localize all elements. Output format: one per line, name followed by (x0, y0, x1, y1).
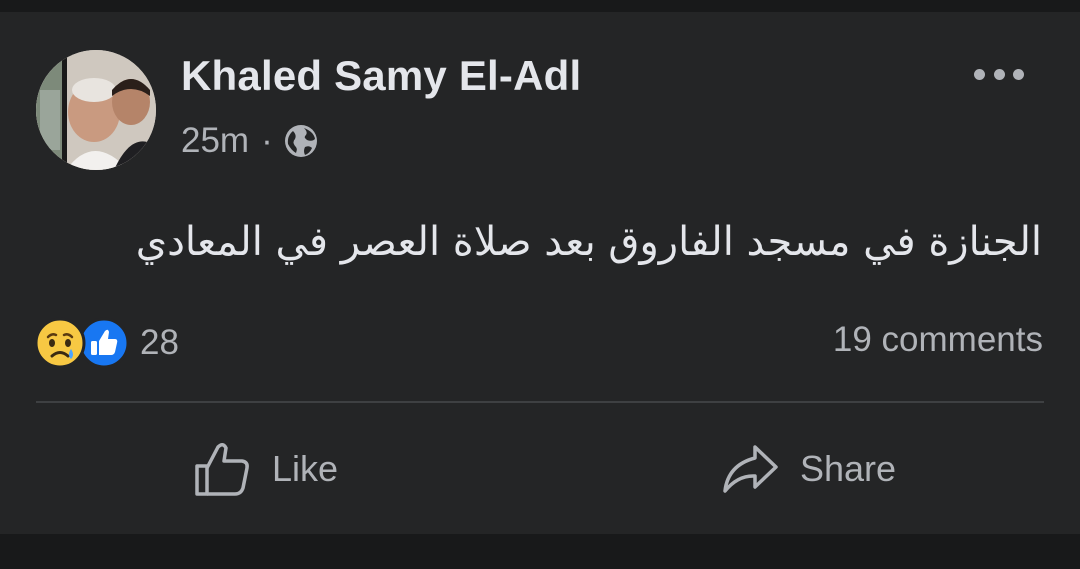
like-label: Like (272, 448, 339, 489)
post-time[interactable]: 25m (181, 121, 249, 161)
share-label: Share (800, 448, 897, 489)
share-button[interactable]: Share (720, 436, 896, 502)
like-button[interactable]: Like (192, 436, 338, 502)
divider (36, 401, 1044, 403)
avatar[interactable] (36, 50, 156, 170)
reaction-count: 28 (140, 323, 179, 362)
profile-photo (36, 50, 156, 170)
more-options-icon[interactable] (974, 62, 1024, 86)
thumbs-up-icon (192, 439, 252, 499)
author-name[interactable]: Khaled Samy El-Adl (181, 52, 581, 100)
post-meta: 25m · (181, 119, 319, 163)
post-text: الجنازة في مسجد الفاروق بعد صلاة العصر ف… (135, 219, 1042, 265)
sad-icon (34, 317, 86, 369)
globe-icon[interactable] (283, 123, 319, 159)
meta-separator: · (261, 121, 273, 160)
feed-gap-bottom (0, 534, 1080, 569)
reactions-summary[interactable]: 28 (34, 316, 179, 370)
feed-gap-top (0, 0, 1080, 12)
share-arrow-icon (720, 439, 780, 499)
comments-count[interactable]: 19 comments (833, 320, 1043, 360)
